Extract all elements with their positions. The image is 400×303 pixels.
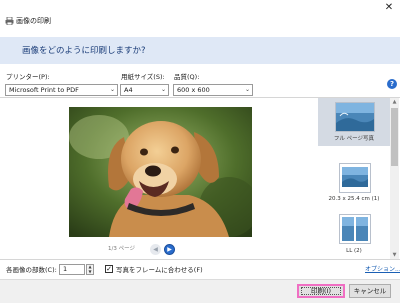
- paper-size-select[interactable]: A4 ⌄: [120, 84, 169, 96]
- layout-20x25[interactable]: 20.3 x 25.4 cm (1): [318, 155, 390, 205]
- paper-size-value: A4: [124, 86, 133, 94]
- copies-label: 各画像の部数(C):: [6, 266, 57, 274]
- copies-stepper[interactable]: ▲ ▼: [86, 264, 94, 275]
- quality-value: 600 x 600: [177, 86, 210, 94]
- fit-frame-checkbox[interactable]: ✓: [105, 265, 113, 273]
- layout-label: LL (2): [346, 248, 362, 254]
- printer-value: Microsoft Print to PDF: [9, 86, 79, 94]
- chevron-down-icon: ⌄: [109, 86, 115, 93]
- layout-thumbnail: [339, 214, 371, 244]
- layout-label: フル ページ写真: [333, 136, 375, 142]
- preview-image: [69, 107, 252, 237]
- window-title: 画像の印刷: [16, 17, 51, 25]
- chevron-down-icon: ⌄: [244, 86, 250, 93]
- printer-icon: [5, 17, 14, 25]
- layout-label: 20.3 x 25.4 cm (1): [328, 196, 380, 202]
- quality-select[interactable]: 600 x 600 ⌄: [173, 84, 253, 96]
- layout-thumbnail: [339, 163, 371, 193]
- cancel-button-label: キャンセル: [353, 287, 387, 295]
- title-bar: 画像の印刷 ✕: [0, 0, 400, 34]
- fit-frame-label[interactable]: 写真をフレームに合わせる(F): [116, 266, 203, 274]
- help-icon[interactable]: ?: [387, 79, 397, 89]
- scroll-down-icon[interactable]: ▼: [390, 251, 399, 259]
- scroll-thumb[interactable]: [391, 108, 398, 166]
- close-icon[interactable]: ✕: [378, 0, 400, 16]
- printer-label: プリンター(P):: [6, 73, 50, 81]
- printer-select[interactable]: Microsoft Print to PDF ⌄: [5, 84, 118, 96]
- stepper-down-icon[interactable]: ▼: [87, 269, 93, 275]
- previous-page-button[interactable]: ◀: [150, 244, 161, 255]
- focus-rectangle: [301, 287, 341, 295]
- layout-list: フル ページ写真 20.3 x 25.4 cm (1) LL (2): [318, 98, 390, 259]
- scroll-up-icon[interactable]: ▲: [390, 98, 399, 106]
- chevron-down-icon: ⌄: [160, 86, 166, 93]
- next-page-button[interactable]: ▶: [164, 244, 175, 255]
- previous-arrow-icon: ◀: [153, 246, 158, 253]
- layout-full-page[interactable]: フル ページ写真: [318, 98, 390, 146]
- header-banner: 画像をどのように印刷しますか?: [0, 37, 400, 64]
- layout-ll[interactable]: LL (2): [318, 212, 390, 259]
- quality-label: 品質(Q):: [174, 73, 200, 81]
- options-link[interactable]: オプション...: [365, 266, 400, 274]
- next-arrow-icon: ▶: [167, 246, 172, 253]
- paper-size-label: 用紙サイズ(S):: [121, 73, 165, 81]
- dialog-heading: 画像をどのように印刷しますか?: [22, 46, 146, 56]
- checkmark-icon: ✓: [106, 265, 112, 273]
- layout-thumbnail: [335, 102, 375, 132]
- copies-value: 1: [63, 265, 68, 273]
- page-indicator: 1/3 ページ: [108, 246, 135, 252]
- cancel-button[interactable]: キャンセル: [349, 284, 391, 298]
- divider: [0, 259, 400, 260]
- copies-input[interactable]: 1: [59, 264, 85, 275]
- print-button[interactable]: 印刷(I): [297, 284, 345, 298]
- layout-scrollbar[interactable]: ▲ ▼: [390, 98, 399, 259]
